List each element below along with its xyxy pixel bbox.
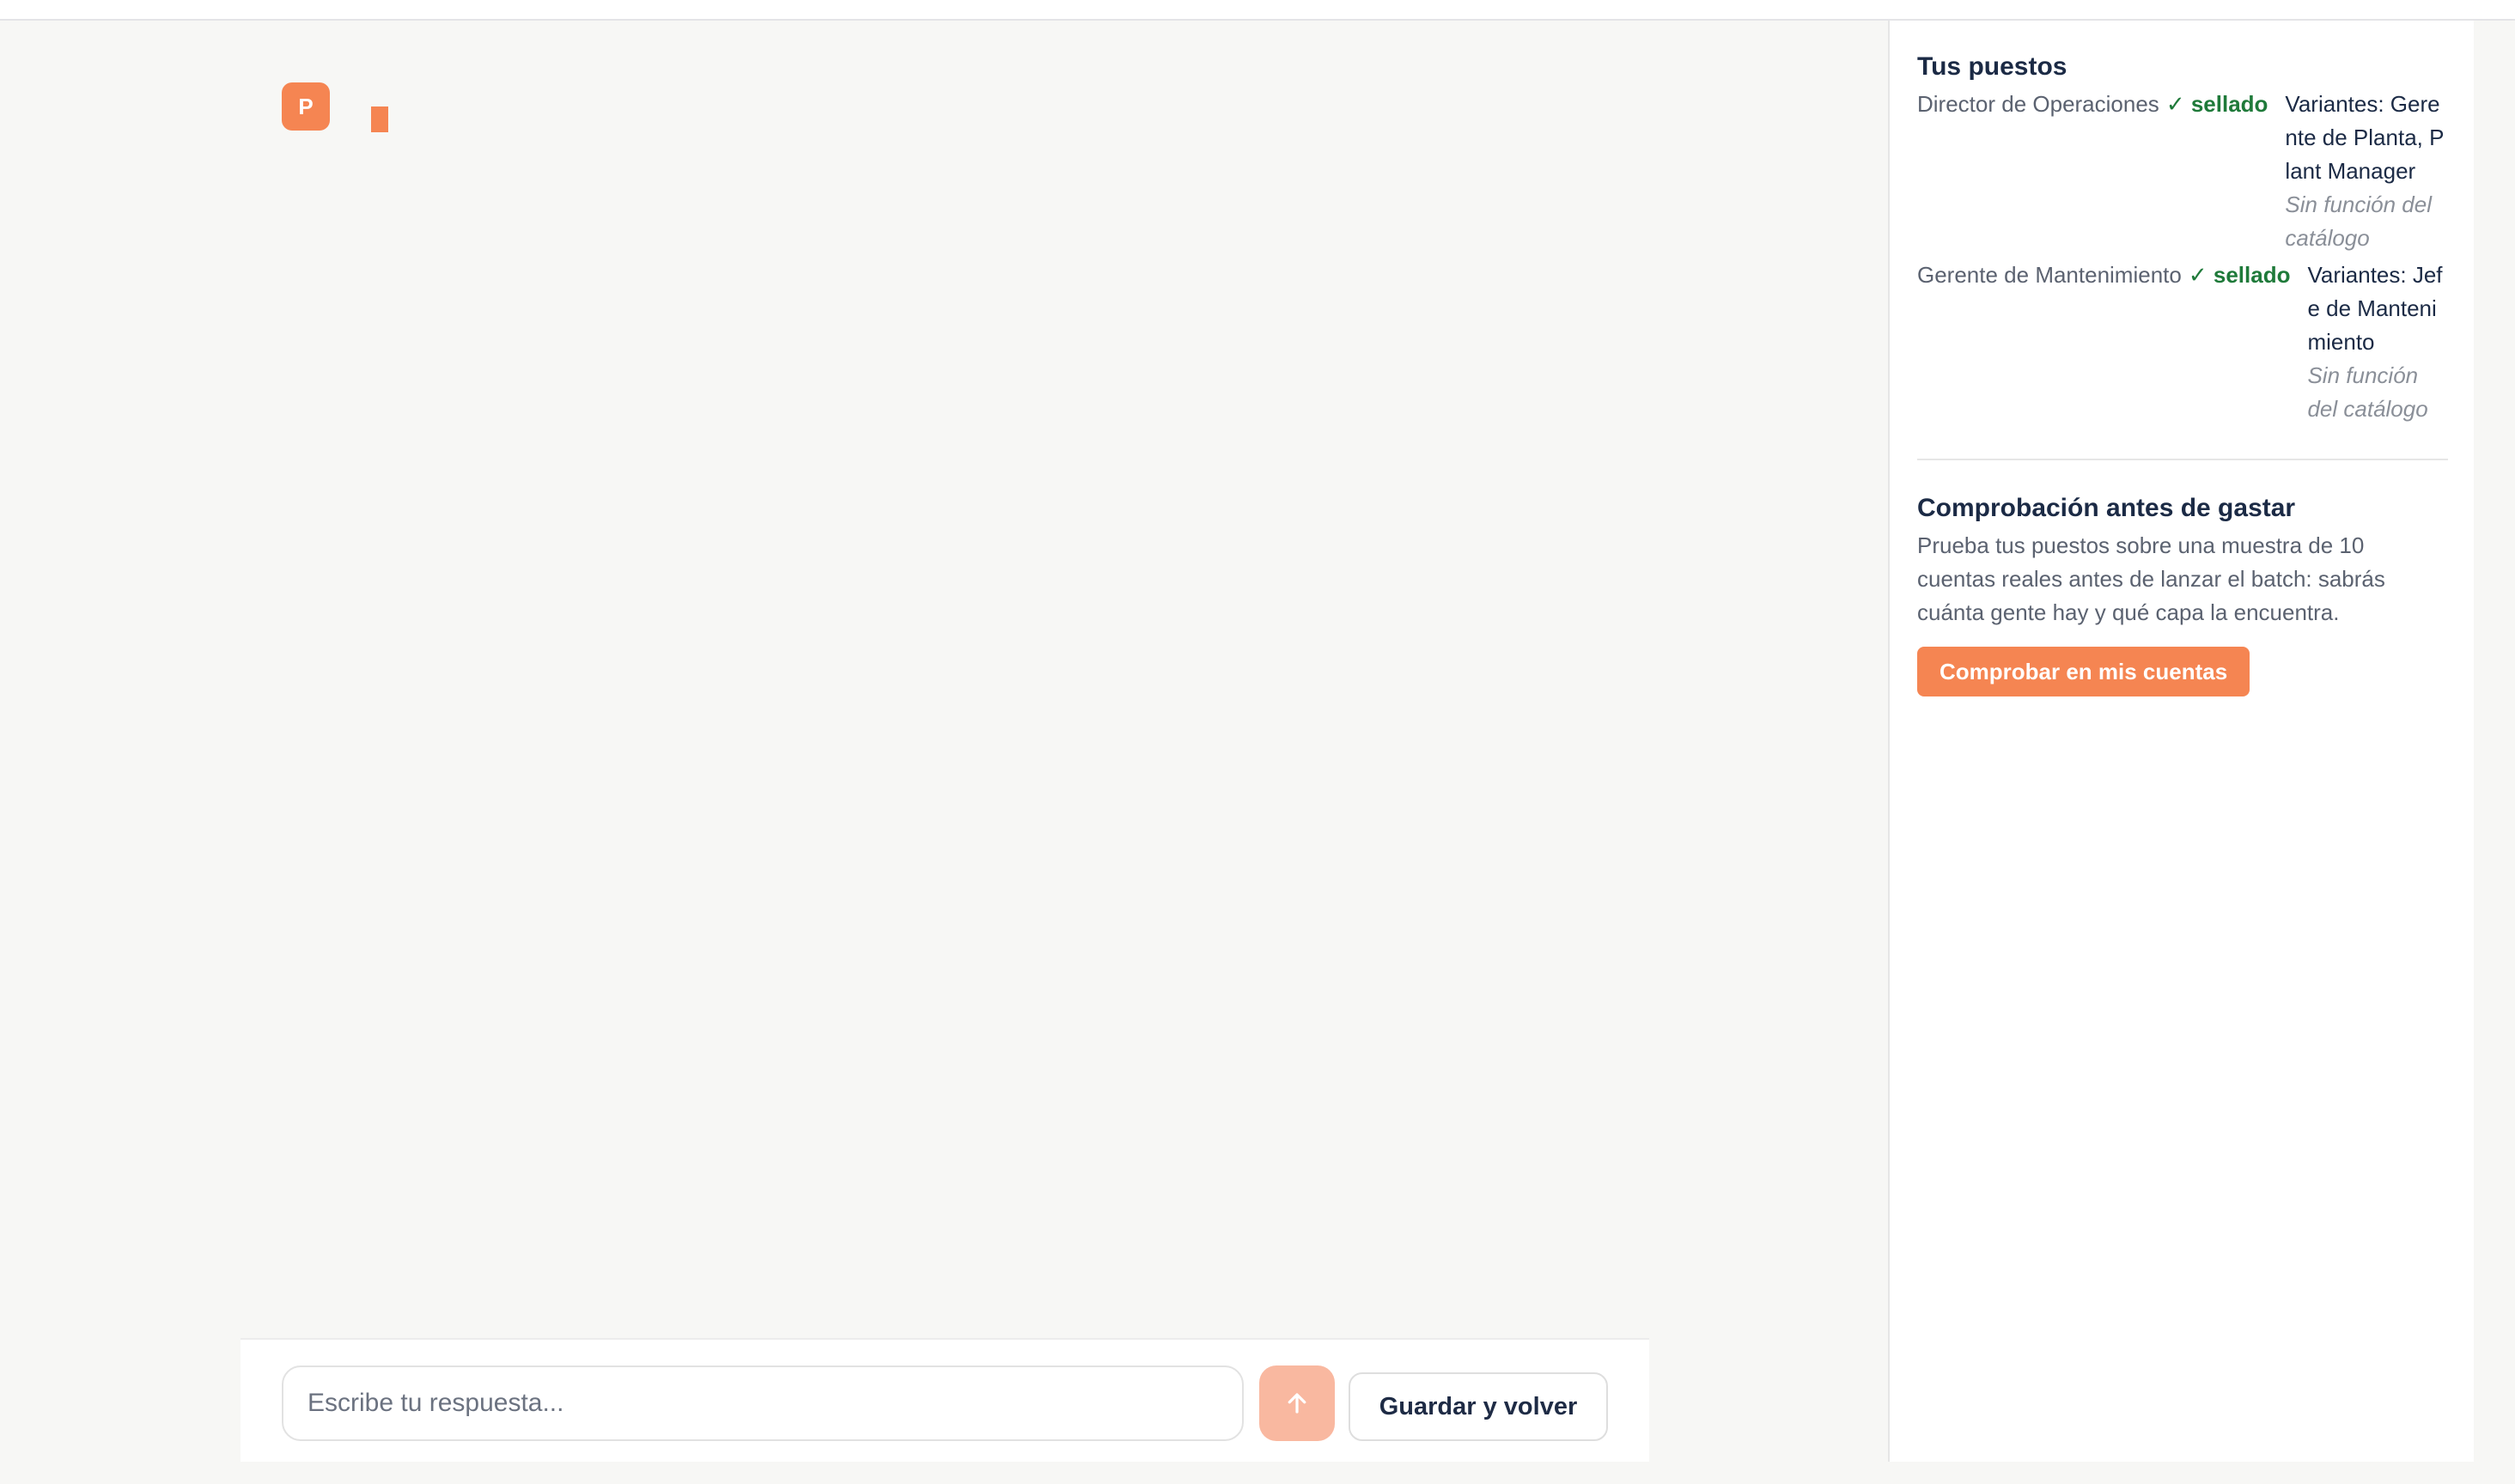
section-divider bbox=[1917, 459, 2448, 460]
send-button[interactable] bbox=[1259, 1365, 1335, 1441]
position-variants: Variantes: Jefe de Mantenimiento Sin fun… bbox=[2307, 258, 2448, 426]
position-item: Director de Operaciones ✓ sellado Varian… bbox=[1917, 88, 2448, 255]
position-variants: Variantes: Gerente de Planta, Plant Mana… bbox=[2285, 88, 2448, 255]
reply-composer: Guardar y volver bbox=[241, 1338, 1649, 1463]
catalog-note: Sin función del catálogo bbox=[2285, 192, 2432, 251]
right-margin bbox=[2474, 21, 2515, 1484]
check-accounts-button[interactable]: Comprobar en mis cuentas bbox=[1917, 647, 2250, 696]
position-name: Director de Operaciones bbox=[1917, 91, 2159, 117]
save-and-return-button[interactable]: Guardar y volver bbox=[1349, 1372, 1608, 1441]
check-description: Prueba tus puestos sobre una muestra de … bbox=[1917, 532, 2385, 625]
typing-indicator bbox=[371, 106, 388, 132]
sealed-badge: ✓ sellado bbox=[2165, 91, 2268, 117]
position-name: Gerente de Mantenimiento bbox=[1917, 262, 2182, 288]
position-item: Gerente de Mantenimiento ✓ sellado Varia… bbox=[1917, 258, 2448, 426]
sealed-badge: ✓ sellado bbox=[2188, 262, 2291, 288]
positions-sidebar: Tus puestos Director de Operaciones ✓ se… bbox=[1888, 21, 2474, 1462]
positions-title: Tus puestos bbox=[1917, 52, 2067, 81]
bottom-margin bbox=[0, 1462, 2474, 1484]
assistant-avatar: P bbox=[282, 82, 330, 131]
check-title: Comprobación antes de gastar bbox=[1917, 494, 2296, 522]
variants-text: Variantes: Gerente de Planta, Plant Mana… bbox=[2285, 91, 2445, 184]
variants-text: Variantes: Jefe de Mantenimiento bbox=[2307, 262, 2443, 355]
chat-area: P bbox=[0, 21, 1888, 1462]
top-bar bbox=[0, 0, 2515, 21]
catalog-note: Sin función del catálogo bbox=[2307, 362, 2428, 422]
reply-input[interactable] bbox=[282, 1365, 1244, 1441]
arrow-up-icon bbox=[1288, 1393, 1306, 1414]
